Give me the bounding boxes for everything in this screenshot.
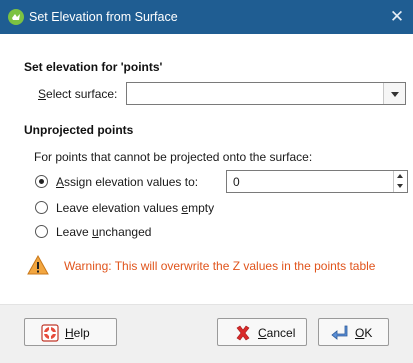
ok-button-label: OK bbox=[355, 326, 373, 340]
elevation-value-input[interactable]: 0 bbox=[226, 170, 408, 193]
unprojected-description: For points that cannot be projected onto… bbox=[34, 150, 313, 164]
chevron-down-icon[interactable] bbox=[383, 83, 405, 104]
elevation-value: 0 bbox=[233, 175, 240, 189]
window-title: Set Elevation from Surface bbox=[29, 10, 178, 24]
app-logo-icon bbox=[8, 9, 24, 25]
warning-icon bbox=[27, 255, 49, 275]
stepper-up-icon[interactable] bbox=[397, 174, 403, 178]
close-icon: ✕ bbox=[389, 7, 405, 26]
option-assign-elevation-label[interactable]: Assign elevation values to: bbox=[56, 175, 198, 189]
help-button[interactable]: Help bbox=[24, 318, 117, 346]
radio-leave-empty[interactable] bbox=[35, 201, 48, 214]
option-leave-unchanged-label[interactable]: Leave unchanged bbox=[56, 225, 151, 239]
lifebuoy-icon bbox=[41, 324, 59, 342]
radio-leave-unchanged[interactable] bbox=[35, 225, 48, 238]
select-surface-label: Select surface: bbox=[38, 87, 118, 101]
title-bar: Set Elevation from Surface ✕ bbox=[0, 0, 413, 34]
help-button-label: Help bbox=[65, 326, 90, 340]
select-surface-dropdown[interactable] bbox=[126, 82, 406, 105]
elevation-stepper[interactable] bbox=[393, 171, 407, 192]
unprojected-section-title: Unprojected points bbox=[24, 123, 134, 137]
cancel-button[interactable]: Cancel bbox=[217, 318, 307, 346]
option-leave-empty-label[interactable]: Leave elevation values empty bbox=[56, 201, 214, 215]
enter-arrow-icon bbox=[331, 325, 348, 340]
ok-button[interactable]: OK bbox=[318, 318, 389, 346]
close-button[interactable]: ✕ bbox=[386, 6, 408, 28]
red-x-icon bbox=[236, 325, 250, 341]
stepper-down-icon[interactable] bbox=[397, 184, 403, 188]
warning-text: Warning: This will overwrite the Z value… bbox=[64, 259, 376, 273]
surface-section-title: Set elevation for 'points' bbox=[24, 60, 163, 74]
cancel-button-label: Cancel bbox=[258, 326, 296, 340]
radio-assign-elevation[interactable] bbox=[35, 175, 48, 188]
